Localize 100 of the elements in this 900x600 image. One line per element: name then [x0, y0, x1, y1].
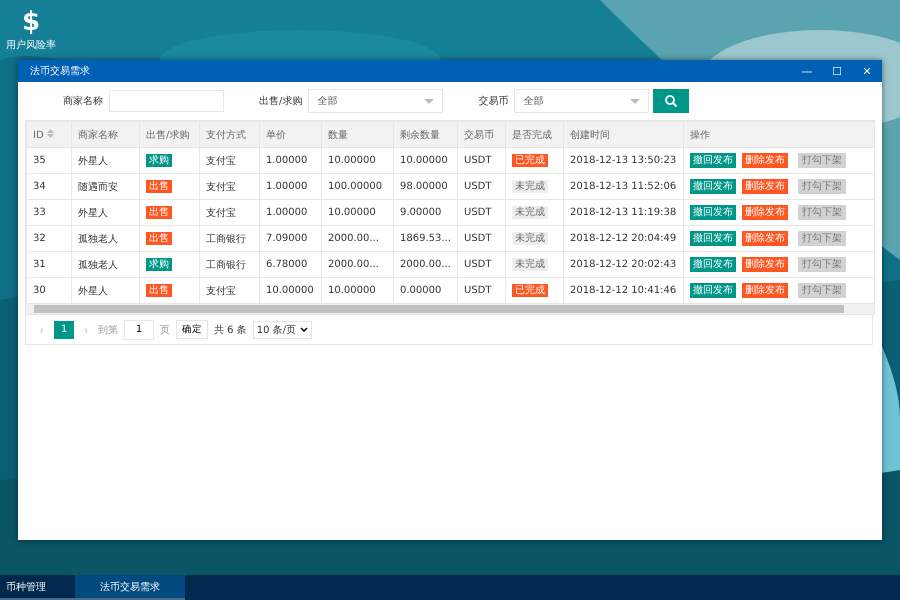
table-cell: 2018-12-12 20:04:49 [564, 226, 684, 252]
table-cell: 10.00000 [394, 148, 458, 174]
scrollbar[interactable] [26, 304, 874, 314]
column-header: 交易币 [458, 122, 506, 148]
withdraw-button[interactable]: 撤回发布 [690, 205, 736, 220]
status-tag: 未完成 [512, 258, 548, 271]
table-cell: 98.00000 [394, 174, 458, 200]
chevron-icon [300, 327, 308, 332]
side-tag: 求购 [146, 154, 172, 167]
goto-label: 到第 [98, 324, 118, 336]
table-cell: 1.00000 [260, 200, 322, 226]
status-tag: 已完成 [512, 284, 548, 297]
table-cell: 34 [26, 174, 72, 200]
table-cell: 10.00000 [322, 148, 394, 174]
delete-button[interactable]: 删除发布 [742, 179, 788, 194]
window-title: 法币交易需求 [30, 64, 91, 78]
table-cell: 支付宝 [200, 148, 260, 174]
status-tag: 已完成 [512, 154, 548, 167]
page-size-select[interactable]: 10 条/页 [252, 320, 312, 338]
status-tag: 未完成 [512, 232, 548, 245]
table-cell: USDT [458, 252, 506, 278]
table-cell: 2018-12-13 13:50:23 [564, 148, 684, 174]
coin-select[interactable]: 全部 [514, 89, 650, 113]
table-cell: 6.78000 [260, 252, 322, 278]
table-cell: 7.09000 [260, 226, 322, 252]
table-cell: 35 [26, 148, 72, 174]
total-count: 共 6 条 [214, 324, 247, 336]
close-button[interactable]: ✕ [852, 60, 882, 82]
prev-page-button[interactable]: ‹ [36, 322, 48, 336]
table-cell: 随遇而安 [72, 174, 140, 200]
withdraw-button[interactable]: 撤回发布 [690, 179, 736, 194]
search-icon [664, 94, 678, 108]
withdraw-button[interactable]: 撤回发布 [690, 257, 736, 272]
withdraw-button[interactable]: 撤回发布 [690, 283, 736, 298]
next-page-button[interactable]: › [80, 322, 92, 336]
table-cell: 31 [26, 252, 72, 278]
page-suffix: 页 [160, 324, 170, 336]
minimize-button[interactable]: — [792, 60, 822, 82]
column-header: 数量 [322, 122, 394, 148]
table-cell: 1.00000 [260, 174, 322, 200]
side-tag: 出售 [146, 232, 172, 245]
merchant-field[interactable] [109, 90, 224, 112]
delete-button[interactable]: 删除发布 [742, 231, 788, 246]
search-button[interactable] [653, 89, 690, 113]
column-header[interactable]: ID [26, 122, 72, 148]
column-header: 出售/求购 [140, 122, 200, 148]
column-header: 剩余数量 [394, 122, 458, 148]
table-cell: 33 [26, 200, 72, 226]
delete-button[interactable]: 删除发布 [742, 205, 788, 220]
taskbar-item[interactable]: 法币交易需求 [75, 575, 185, 600]
side-tag: 出售 [146, 180, 172, 193]
table-cell: 2018-12-13 11:19:38 [564, 200, 684, 226]
side-tag: 出售 [146, 284, 172, 297]
withdraw-button[interactable]: 撤回发布 [690, 153, 736, 168]
table-cell: 2000.00... [394, 252, 458, 278]
withdraw-button[interactable]: 撤回发布 [690, 231, 736, 246]
table-cell: 9.00000 [394, 200, 458, 226]
delete-button[interactable]: 删除发布 [742, 257, 788, 272]
table-cell: 孤独老人 [72, 252, 140, 278]
table-cell: 支付宝 [200, 174, 260, 200]
maximize-button[interactable]: ☐ [822, 60, 852, 82]
column-header: 是否完成 [506, 122, 564, 148]
merchant-label: 商家名称 [63, 94, 103, 108]
column-header: 商家名称 [72, 122, 140, 148]
side-tag: 出售 [146, 206, 172, 219]
table-cell: 1.00000 [260, 148, 322, 174]
delete-button[interactable]: 删除发布 [742, 283, 788, 298]
side-label: 出售/求购 [259, 94, 302, 108]
coin-label: 交易币 [478, 94, 508, 108]
sort-icon[interactable] [46, 128, 54, 138]
column-header: 单价 [260, 122, 322, 148]
table-cell: USDT [458, 226, 506, 252]
table-cell: USDT [458, 174, 506, 200]
table-cell: 2000.00... [322, 226, 394, 252]
column-header: 操作 [684, 122, 874, 148]
table-cell: 支付宝 [200, 200, 260, 226]
table-cell: 2018-12-13 11:52:06 [564, 174, 684, 200]
column-header: 创建时间 [564, 122, 684, 148]
desktop-icon[interactable]: $ 用户风险率 [6, 8, 56, 52]
status-tag: 未完成 [512, 180, 548, 193]
table-cell: 2000.00... [322, 252, 394, 278]
column-header: 支付方式 [200, 122, 260, 148]
delete-button[interactable]: 删除发布 [742, 153, 788, 168]
table-cell: 外星人 [72, 148, 140, 174]
page-button[interactable]: 1 [54, 320, 74, 338]
status-tag: 未完成 [512, 206, 548, 219]
table-cell: 工商银行 [200, 252, 260, 278]
table-cell: 100.00000 [322, 174, 394, 200]
table-cell: 1869.53... [394, 226, 458, 252]
table-cell: USDT [458, 200, 506, 226]
table-cell: 外星人 [72, 200, 140, 226]
confirm-button[interactable]: 确定 [176, 320, 208, 339]
page-field[interactable]: 1 [124, 320, 154, 340]
table-cell: 10.00000 [322, 200, 394, 226]
table-cell: 孤独老人 [72, 226, 140, 252]
table-cell: 32 [26, 226, 72, 252]
side-select[interactable]: 全部 [308, 89, 444, 113]
table-cell: 2018-12-12 20:02:43 [564, 252, 684, 278]
side-tag: 求购 [146, 258, 172, 271]
table-cell: 工商银行 [200, 226, 260, 252]
